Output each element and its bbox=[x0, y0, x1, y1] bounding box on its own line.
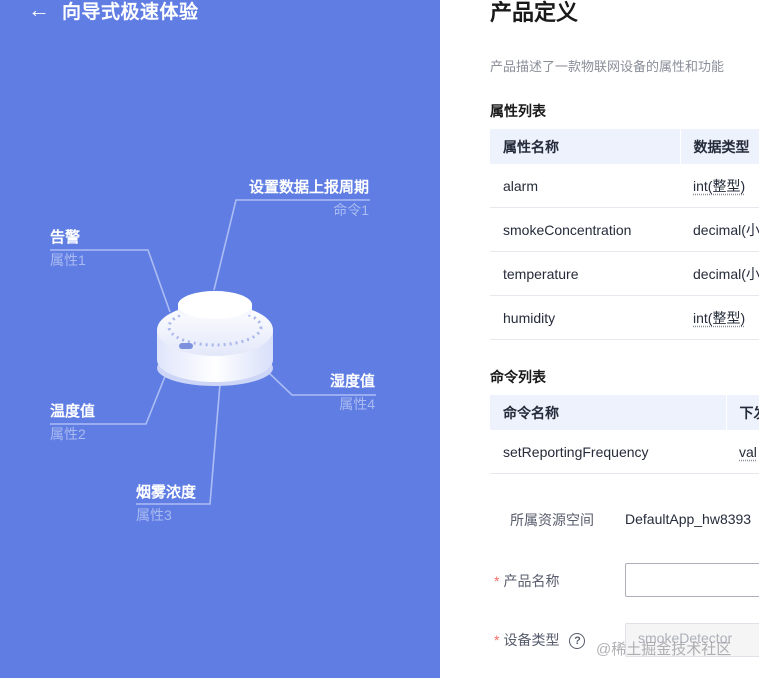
table-row: humidity int(整型) bbox=[490, 295, 759, 340]
table-header-row: 属性名称 数据类型 bbox=[490, 129, 759, 164]
command-1-label: 设置数据上报周期 命令1 bbox=[249, 178, 369, 220]
device-type-label-text: 设备类型 bbox=[503, 632, 560, 648]
property-kind: 属性2 bbox=[50, 426, 86, 442]
command-name: 设置数据上报周期 bbox=[249, 179, 370, 196]
table-row: alarm int(整型) bbox=[490, 164, 759, 208]
command-kind: 命令1 bbox=[333, 202, 370, 218]
column-header-issue: 下发 bbox=[726, 395, 759, 430]
command-param-cell[interactable]: val bbox=[726, 430, 759, 474]
property-name: 温度值 bbox=[50, 403, 96, 420]
commands-table: 命令名称 下发 setReportingFrequency val bbox=[490, 395, 759, 474]
property-name-cell: alarm bbox=[490, 164, 680, 208]
data-type-cell: int(整型) bbox=[680, 164, 759, 208]
column-header-data-type: 数据类型 bbox=[680, 129, 759, 164]
smoke-detector-icon bbox=[157, 291, 273, 386]
watermark: @稀土掘金技术社区 bbox=[596, 641, 732, 658]
table-row: temperature decimal(小 bbox=[490, 251, 759, 296]
column-header-property-name: 属性名称 bbox=[490, 129, 681, 164]
property-kind: 属性1 bbox=[50, 252, 86, 268]
property-4-label: 湿度值 属性4 bbox=[330, 372, 375, 414]
device-type-label: * 设备类型? bbox=[494, 630, 586, 650]
data-type-cell: decimal(小 bbox=[680, 207, 759, 252]
properties-table: 属性名称 数据类型 alarm int(整型) smokeConcentrati… bbox=[490, 129, 759, 340]
property-name: 湿度值 bbox=[330, 373, 376, 390]
column-header-command-name: 命令名称 bbox=[490, 395, 727, 430]
required-mark: * bbox=[494, 573, 500, 589]
property-kind: 属性4 bbox=[339, 396, 376, 412]
properties-section-title: 属性列表 bbox=[490, 103, 546, 119]
help-icon[interactable]: ? bbox=[569, 633, 586, 649]
smoke-detector-diagram bbox=[50, 199, 376, 505]
data-type-text: int(整型) bbox=[693, 309, 746, 326]
property-kind: 属性3 bbox=[136, 507, 172, 523]
page-title: 产品定义 bbox=[490, 0, 579, 25]
property-name-cell: temperature bbox=[490, 251, 680, 296]
product-name-label: * 产品名称 bbox=[494, 571, 559, 591]
table-row: setReportingFrequency val bbox=[490, 430, 759, 474]
property-name-cell: smokeConcentration bbox=[490, 207, 680, 252]
data-type-text: int(整型) bbox=[693, 177, 746, 194]
property-1-label: 告警 属性1 bbox=[50, 228, 86, 270]
page-description: 产品描述了一款物联网设备的属性和功能 bbox=[490, 59, 725, 74]
command-param-text: val bbox=[739, 443, 757, 460]
command-name-cell: setReportingFrequency bbox=[490, 430, 726, 474]
property-2-label: 温度值 属性2 bbox=[50, 402, 95, 444]
property-name-cell: humidity bbox=[490, 295, 680, 340]
table-row: smokeConcentration decimal(小 bbox=[490, 207, 759, 252]
commands-section-title: 命令列表 bbox=[490, 369, 546, 385]
required-mark: * bbox=[494, 632, 500, 648]
guide-panel: ← 向导式极速体验 设置数据上报周期 命令1 告警 属性1 温度值 属性2 烟雾… bbox=[0, 0, 440, 678]
product-name-label-text: 产品名称 bbox=[503, 573, 560, 589]
data-type-cell: int(整型) bbox=[680, 295, 759, 340]
resource-space-label: 所属资源空间 bbox=[510, 512, 594, 528]
property-name: 烟雾浓度 bbox=[136, 484, 197, 501]
product-name-input[interactable] bbox=[625, 563, 759, 597]
data-type-cell: decimal(小 bbox=[680, 251, 759, 296]
property-name: 告警 bbox=[50, 229, 81, 246]
product-definition-panel: 产品定义 产品描述了一款物联网设备的属性和功能 属性列表 属性名称 数据类型 a… bbox=[440, 0, 759, 678]
resource-space-value: DefaultApp_hw8393 bbox=[625, 511, 752, 527]
table-header-row: 命令名称 下发 bbox=[490, 395, 759, 430]
property-3-label: 烟雾浓度 属性3 bbox=[136, 483, 196, 525]
